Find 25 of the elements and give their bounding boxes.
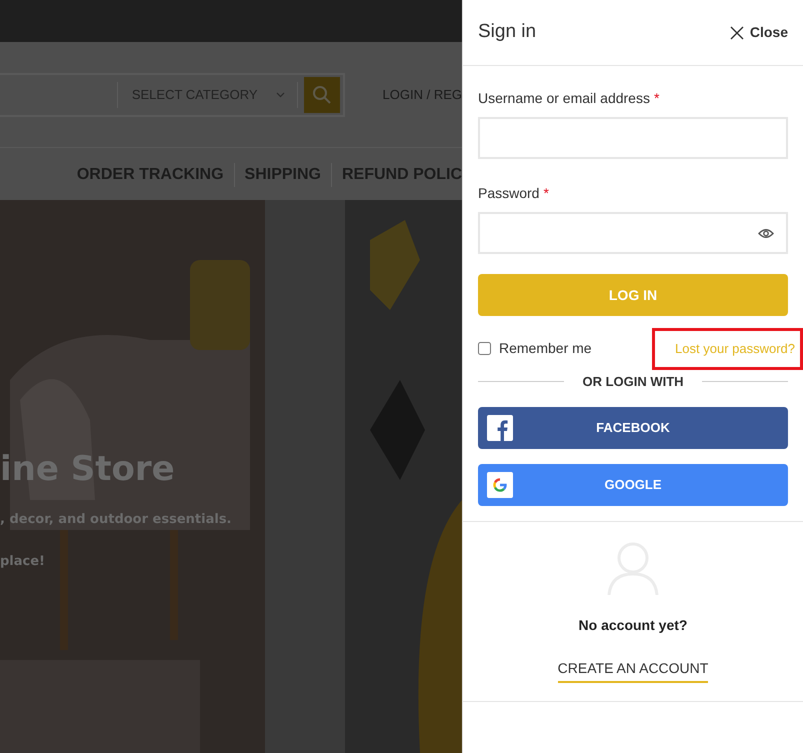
login-button[interactable]: LOG IN [478,274,788,316]
no-account-text: No account yet? [578,616,688,635]
eye-icon[interactable] [758,228,774,238]
field-label: Password [478,184,540,203]
facebook-login-button[interactable]: FACEBOOK [478,407,788,449]
search-button[interactable] [304,76,340,112]
close-button[interactable]: Close [730,22,788,43]
hero-tagline: place! [0,553,45,571]
username-field[interactable] [478,117,788,159]
required-mark: * [543,184,549,203]
required-mark: * [654,89,660,108]
google-login-button[interactable]: GOOGLE [478,464,788,506]
remember-label[interactable]: Remember me [499,338,592,360]
chevron-down-icon [276,92,285,98]
lost-password-link[interactable]: Lost your password? [652,328,803,370]
divider-text: OR LOGIN WITH [582,372,684,390]
remember-checkbox[interactable] [478,342,491,356]
search-icon [312,84,332,104]
field-label: Username or email address [478,89,650,108]
create-account-link[interactable]: CREATE AN ACCOUNT [558,658,708,683]
google-icon [487,472,513,498]
close-icon [730,26,744,40]
facebook-icon [487,415,513,441]
password-field[interactable] [478,212,788,254]
drawer-title: Sign in [478,21,536,44]
